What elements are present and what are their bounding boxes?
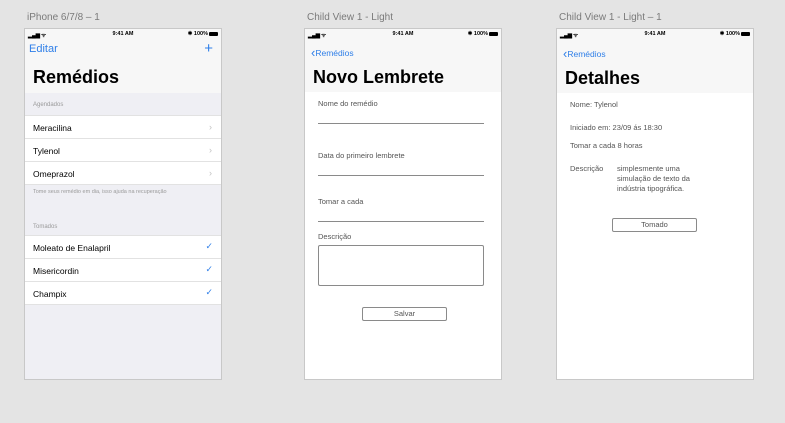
- battery-percent: 100%: [193, 31, 208, 37]
- battery-icon: [489, 31, 498, 36]
- chevron-right-icon: ›: [209, 122, 212, 132]
- field-label-interval: Tomar a cada: [318, 197, 364, 206]
- phone-remedios-list: ▂▄▆ ᯤ 9:41 AM ✱ 100% Editar + Remédios A…: [24, 28, 222, 380]
- detail-name: Nome: Tylenol: [570, 100, 618, 109]
- save-button[interactable]: Salvar: [362, 307, 447, 321]
- artboard-label: Child View 1 - Light: [307, 12, 393, 23]
- list-item-label: Omeprazol: [33, 169, 75, 179]
- detail-description-label: Descrição: [570, 164, 604, 173]
- section-footer-scheduled: Tome seus remédio em dia, isso ajuda na …: [33, 189, 167, 195]
- scheduled-list: Meracilina › Tylenol › Omeprazol ›: [25, 115, 221, 185]
- page-title: Novo Lembrete: [313, 67, 445, 87]
- field-label-name: Nome do remédio: [318, 99, 378, 108]
- phone-details: ▂▄▆ ᯤ 9:41 AM ✱ 100% ‹Remédios Detalhes …: [556, 28, 754, 380]
- list-item-label: Meracilina: [33, 123, 72, 133]
- interval-input[interactable]: [318, 221, 484, 222]
- list-item-label: Misericordin: [33, 266, 79, 276]
- list-item[interactable]: Moleato de Enalapril ✓: [25, 236, 221, 259]
- detail-started: Iniciado em: 23/09 ás 18:30: [570, 123, 663, 132]
- status-bar: ▂▄▆ ᯤ 9:41 AM ✱ 100%: [557, 29, 753, 39]
- taken-button[interactable]: Tomado: [612, 218, 697, 232]
- back-button[interactable]: ‹Remédios: [563, 46, 606, 61]
- status-bar: ▂▄▆ ᯤ 9:41 AM ✱ 100%: [25, 29, 221, 39]
- artboard-label: iPhone 6/7/8 – 1: [27, 12, 100, 23]
- back-label: Remédios: [315, 48, 354, 58]
- battery-icon: [741, 31, 750, 36]
- section-header-taken: Tomados: [33, 224, 58, 230]
- battery-indicator: ✱ 100%: [720, 31, 750, 37]
- back-button[interactable]: ‹Remédios: [311, 45, 354, 60]
- battery-icon: [209, 31, 218, 36]
- chevron-right-icon: ›: [209, 145, 212, 155]
- section-header-scheduled: Agendados: [33, 102, 64, 108]
- field-label-description: Descrição: [318, 232, 352, 241]
- artboard-label: Child View 1 - Light – 1: [559, 12, 662, 23]
- add-button[interactable]: +: [204, 40, 213, 57]
- detail-description: simplesmente uma simulação de texto da i…: [617, 164, 690, 193]
- status-bar: ▂▄▆ ᯤ 9:41 AM ✱ 100%: [305, 29, 501, 39]
- field-label-first-reminder: Data do primeiro lembrete: [318, 151, 405, 160]
- back-label: Remédios: [567, 49, 606, 59]
- list-item[interactable]: Meracilina ›: [25, 116, 221, 139]
- battery-percent: 100%: [473, 31, 488, 37]
- list-item[interactable]: Misericordin ✓: [25, 259, 221, 282]
- first-reminder-input[interactable]: [318, 175, 484, 176]
- list-item[interactable]: Champix ✓: [25, 282, 221, 305]
- page-title: Detalhes: [565, 68, 641, 88]
- list-item-label: Champix: [33, 289, 67, 299]
- detail-interval: Tomar a cada 8 horas: [570, 141, 643, 150]
- list-item-label: Tylenol: [33, 146, 60, 156]
- checkmark-icon: ✓: [205, 287, 213, 297]
- list-item[interactable]: Tylenol ›: [25, 139, 221, 162]
- list-item[interactable]: Omeprazol ›: [25, 162, 221, 185]
- battery-indicator: ✱ 100%: [188, 31, 218, 37]
- list-item-label: Moleato de Enalapril: [33, 243, 111, 253]
- chevron-right-icon: ›: [209, 168, 212, 178]
- description-textarea[interactable]: [318, 245, 484, 286]
- edit-button[interactable]: Editar: [29, 43, 58, 55]
- checkmark-icon: ✓: [205, 241, 213, 251]
- taken-list: Moleato de Enalapril ✓ Misericordin ✓ Ch…: [25, 235, 221, 305]
- checkmark-icon: ✓: [205, 264, 213, 274]
- page-title: Remédios: [33, 67, 120, 87]
- phone-new-reminder: ▂▄▆ ᯤ 9:41 AM ✱ 100% ‹Remédios Novo Lemb…: [304, 28, 502, 380]
- battery-percent: 100%: [725, 31, 740, 37]
- battery-indicator: ✱ 100%: [468, 31, 498, 37]
- name-input[interactable]: [318, 123, 484, 124]
